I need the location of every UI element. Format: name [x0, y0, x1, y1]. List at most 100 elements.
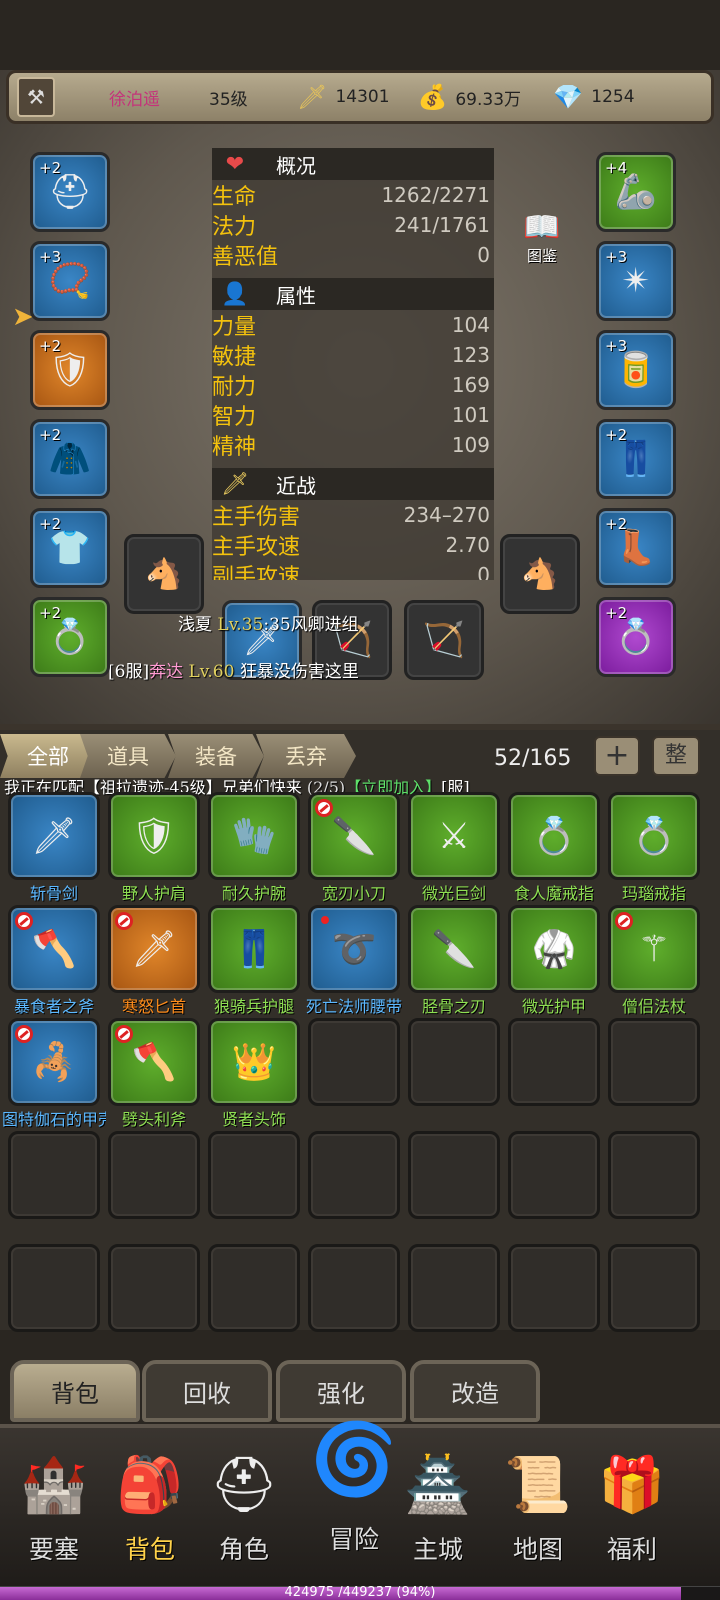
equipment-slot-right-2[interactable]: +3 🥫: [596, 330, 676, 410]
enhance-level: +2: [39, 604, 62, 622]
dagger-icon: 🗡: [131, 929, 177, 970]
codex-label: 图鉴: [526, 247, 557, 265]
top-status-bar: ⚒ 徐泊遥 35级 🗡 14301 💰 69.33万 💎 1254: [6, 70, 714, 124]
codex-button[interactable]: 📖 图鉴: [512, 210, 572, 274]
expand-inventory-button[interactable]: +: [594, 736, 640, 776]
inventory-empty-slot[interactable]: [608, 1131, 700, 1223]
inventory-item[interactable]: 🗡 寒怒匕首: [108, 905, 200, 1016]
inventory-item-label: 野人护肩: [121, 884, 186, 903]
leggings-icon: 👖: [614, 439, 658, 479]
nav-fortress[interactable]: 🏰 要塞: [6, 1440, 102, 1580]
inventory-empty-slot[interactable]: [508, 1131, 600, 1223]
unusable-icon: [115, 912, 133, 930]
overview-header: ❤ 概况: [212, 148, 494, 180]
axe-icon: 🪓: [131, 1042, 177, 1083]
inventory-empty-slot[interactable]: [408, 1018, 500, 1110]
inventory-item[interactable]: 🔪 宽刃小刀: [308, 792, 400, 903]
nav-map[interactable]: 📜 地图: [490, 1440, 586, 1580]
gold-coins-icon: 💰: [417, 83, 448, 111]
inventory-empty-slot[interactable]: [408, 1131, 500, 1223]
stat-mainhand-damage: 主手伤害 234–270: [212, 503, 490, 530]
subtab-modify[interactable]: 改造: [410, 1360, 540, 1422]
inventory-empty-slot[interactable]: [508, 1018, 600, 1110]
equipment-slot-right-5[interactable]: +2 💍: [596, 597, 676, 677]
combat-power: 14301: [335, 87, 390, 107]
bow-slot[interactable]: 🏹: [404, 600, 484, 680]
equipment-slot-right-4[interactable]: +2 👢: [596, 508, 676, 588]
inventory-item[interactable]: 🛡 野人护肩: [108, 792, 200, 903]
enhance-level: +3: [605, 337, 628, 355]
equipment-slot-right-1[interactable]: +3 ✴: [596, 241, 676, 321]
inventory-item[interactable]: 🦂 图特伽石的甲壳: [2, 1018, 106, 1129]
inventory-empty-slot[interactable]: [308, 1244, 400, 1336]
inventory-empty-slot[interactable]: [408, 1244, 500, 1336]
equipment-slot-left-5[interactable]: +2 💍: [30, 597, 110, 677]
equipment-slot-left-0[interactable]: +2 ⛑: [30, 152, 110, 232]
inventory-item-label: 僧侣法杖: [621, 997, 686, 1016]
shoulder-icon: 🛡: [48, 350, 92, 390]
inventory-empty-slot[interactable]: [608, 1018, 700, 1110]
equipment-slot-left-4[interactable]: +2 👕: [30, 508, 110, 588]
inventory-empty-slot[interactable]: [208, 1131, 300, 1223]
enhance-level: +2: [605, 515, 628, 533]
inventory-item[interactable]: 🥋 微光护甲: [508, 905, 600, 1016]
inventory-empty-slot[interactable]: [508, 1244, 600, 1336]
inventory-item[interactable]: ⚚ 僧侣法杖: [608, 905, 700, 1016]
inventory-item[interactable]: 👑 贤者头饰: [208, 1018, 300, 1129]
inventory-item[interactable]: ⚔ 微光巨剑: [408, 792, 500, 903]
amulet-icon: ✴: [621, 261, 651, 301]
inventory-empty-slot[interactable]: [308, 1131, 400, 1223]
nav-backpack[interactable]: 🎒 背包: [102, 1440, 198, 1580]
nav-city[interactable]: 🏯 主城: [390, 1440, 486, 1580]
stat-mainhand-speed: 主手攻速 2.70: [212, 533, 490, 560]
enhance-level: +2: [39, 515, 62, 533]
inventory-item[interactable]: 🧤 耐久护腕: [208, 792, 300, 903]
stat-karma: 善恶值 0: [212, 243, 490, 270]
ring-icon: 💍: [614, 617, 658, 657]
stats-panel[interactable]: ❤ 概况 生命 1262/2271 法力 241/1761 善恶值 0 👤 属性 力量 10…: [212, 148, 494, 580]
character-icon: ⛑: [209, 1453, 279, 1516]
enhance-level: +2: [605, 604, 628, 622]
nav-label: 地图: [512, 1535, 563, 1564]
nav-character[interactable]: ⛑ 角色: [196, 1440, 292, 1580]
inventory-empty-slot[interactable]: [308, 1018, 400, 1110]
offhand-slot-left[interactable]: 🐴: [124, 534, 204, 614]
tab-items[interactable]: 道具: [80, 734, 176, 778]
equipment-slot-left-3[interactable]: +2 🧥: [30, 419, 110, 499]
inventory-empty-slot[interactable]: [8, 1131, 100, 1223]
equipment-slot-right-3[interactable]: +2 👖: [596, 419, 676, 499]
inventory-item[interactable]: 💍 玛瑙戒指: [608, 792, 700, 903]
inventory-item[interactable]: 💍 食人魔戒指: [508, 792, 600, 903]
inventory-item-label: 玛瑙戒指: [621, 884, 686, 903]
inventory-empty-slot[interactable]: [8, 1244, 100, 1336]
inventory-item[interactable]: 👖 狼骑兵护腿: [208, 905, 300, 1016]
inventory-empty-slot[interactable]: [108, 1131, 200, 1223]
inventory-empty-slot[interactable]: [608, 1244, 700, 1336]
inventory-item[interactable]: 🗡 斩骨剑: [8, 792, 100, 903]
inventory-item[interactable]: 🔪 胫骨之刃: [408, 905, 500, 1016]
new-item-dot: [321, 916, 329, 924]
hammer-icon[interactable]: ⚒: [17, 77, 55, 117]
equipment-slot-left-2[interactable]: +2 🛡: [30, 330, 110, 410]
inventory-empty-slot[interactable]: [208, 1244, 300, 1336]
subtab-bag[interactable]: 背包: [10, 1360, 140, 1422]
tab-equipment[interactable]: 装备: [168, 734, 264, 778]
inventory-item[interactable]: 🪓 劈头利斧: [108, 1018, 200, 1129]
inventory-empty-slot[interactable]: [108, 1244, 200, 1336]
nav-gift[interactable]: 🎁 福利: [584, 1440, 680, 1580]
tab-all[interactable]: 全部: [0, 734, 96, 778]
offhand-slot-right[interactable]: 🐴: [500, 534, 580, 614]
chat-line-1[interactable]: 浅夏 Lv.35:35风卿进组: [178, 610, 359, 635]
equipment-slot-left-1[interactable]: +3 📿: [30, 241, 110, 321]
inventory-item-label: 胫骨之刃: [421, 997, 486, 1016]
tab-discard[interactable]: 丢弃: [256, 734, 356, 778]
cloak-icon: 🧥: [48, 439, 92, 479]
nav-label: 背包: [124, 1535, 175, 1564]
sword-icon: 🗡: [297, 83, 328, 111]
sort-inventory-button[interactable]: 整: [652, 736, 700, 776]
inventory-item[interactable]: ➰ 死亡法师腰带: [306, 905, 402, 1016]
inventory-item[interactable]: 🪓 暴食者之斧: [8, 905, 100, 1016]
subtab-recycle[interactable]: 回收: [142, 1360, 272, 1422]
chat-line-2[interactable]: [6服]奔达 Lv.60 狂暴没伤害这里: [108, 657, 359, 682]
equipment-slot-right-0[interactable]: +4 🦾: [596, 152, 676, 232]
